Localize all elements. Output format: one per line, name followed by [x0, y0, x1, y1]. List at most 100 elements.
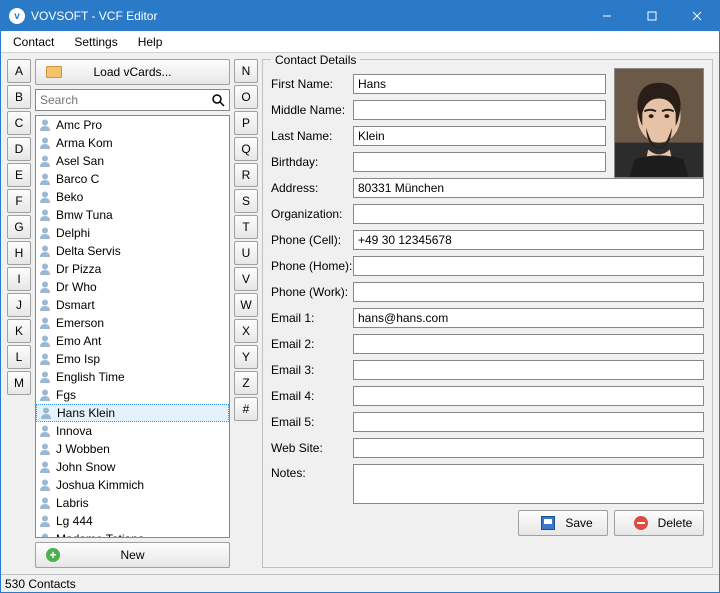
- field-address[interactable]: 80331 München: [353, 178, 704, 198]
- new-contact-button[interactable]: + New: [35, 542, 230, 568]
- alpha-btn-Y[interactable]: Y: [234, 345, 258, 369]
- save-button[interactable]: Save: [518, 510, 608, 536]
- field-email5[interactable]: [353, 412, 704, 432]
- field-phone_home[interactable]: [353, 256, 704, 276]
- alpha-btn-O[interactable]: O: [234, 85, 258, 109]
- person-icon: [38, 154, 52, 168]
- label-email2: Email 2:: [271, 337, 353, 351]
- alpha-btn-M[interactable]: M: [7, 371, 31, 395]
- field-email4[interactable]: [353, 386, 704, 406]
- list-item[interactable]: Madame Tatiana: [36, 530, 229, 538]
- contact-name: Madame Tatiana: [56, 532, 145, 538]
- alpha-btn-V[interactable]: V: [234, 267, 258, 291]
- list-item[interactable]: John Snow: [36, 458, 229, 476]
- list-item[interactable]: Emerson: [36, 314, 229, 332]
- delete-button[interactable]: Delete: [614, 510, 704, 536]
- alpha-btn-A[interactable]: A: [7, 59, 31, 83]
- contact-name: English Time: [56, 370, 125, 384]
- minimize-button[interactable]: [584, 1, 629, 31]
- alpha-btn-X[interactable]: X: [234, 319, 258, 343]
- list-item[interactable]: Asel San: [36, 152, 229, 170]
- field-email2[interactable]: [353, 334, 704, 354]
- list-item[interactable]: Barco C: [36, 170, 229, 188]
- menu-help[interactable]: Help: [130, 33, 171, 51]
- list-item[interactable]: Amc Pro: [36, 116, 229, 134]
- field-last_name[interactable]: Klein: [353, 126, 606, 146]
- person-icon: [38, 316, 52, 330]
- alpha-btn-U[interactable]: U: [234, 241, 258, 265]
- person-icon: [38, 496, 52, 510]
- alpha-btn-J[interactable]: J: [7, 293, 31, 317]
- alpha-btn-B[interactable]: B: [7, 85, 31, 109]
- alpha-btn-K[interactable]: K: [7, 319, 31, 343]
- menu-settings[interactable]: Settings: [66, 33, 125, 51]
- list-item[interactable]: Dr Pizza: [36, 260, 229, 278]
- list-item[interactable]: Labris: [36, 494, 229, 512]
- alpha-btn-R[interactable]: R: [234, 163, 258, 187]
- contact-photo[interactable]: [614, 68, 704, 178]
- field-notes[interactable]: [353, 464, 704, 504]
- alpha-btn-#[interactable]: #: [234, 397, 258, 421]
- alpha-btn-I[interactable]: I: [7, 267, 31, 291]
- list-item[interactable]: Emo Isp: [36, 350, 229, 368]
- field-website[interactable]: [353, 438, 704, 458]
- search-icon[interactable]: [207, 90, 229, 110]
- maximize-button[interactable]: [629, 1, 674, 31]
- search-box[interactable]: [35, 89, 230, 111]
- alpha-btn-P[interactable]: P: [234, 111, 258, 135]
- list-item[interactable]: J Wobben: [36, 440, 229, 458]
- list-item[interactable]: Arma Kom: [36, 134, 229, 152]
- alpha-btn-Z[interactable]: Z: [234, 371, 258, 395]
- list-item[interactable]: Delta Servis: [36, 242, 229, 260]
- field-middle_name[interactable]: [353, 100, 606, 120]
- contact-name: Delphi: [56, 226, 90, 240]
- contact-list[interactable]: Amc Pro Arma Kom Asel SanBarco CBekoBmw Tu…: [35, 115, 230, 538]
- alpha-btn-N[interactable]: N: [234, 59, 258, 83]
- person-icon: [38, 334, 52, 348]
- field-phone_cell[interactable]: +49 30 12345678: [353, 230, 704, 250]
- contact-name: Fgs: [56, 388, 76, 402]
- label-email4: Email 4:: [271, 389, 353, 403]
- list-item[interactable]: Beko: [36, 188, 229, 206]
- field-email1[interactable]: hans@hans.com: [353, 308, 704, 328]
- alpha-btn-L[interactable]: L: [7, 345, 31, 369]
- list-item[interactable]: Dsmart: [36, 296, 229, 314]
- alpha-btn-S[interactable]: S: [234, 189, 258, 213]
- list-item[interactable]: Delphi: [36, 224, 229, 242]
- contact-name: Arma Kom: [56, 136, 113, 150]
- list-item[interactable]: Hans Klein: [36, 404, 229, 422]
- field-organization[interactable]: [353, 204, 704, 224]
- search-input[interactable]: [36, 90, 207, 110]
- field-first_name[interactable]: Hans: [353, 74, 606, 94]
- alpha-btn-D[interactable]: D: [7, 137, 31, 161]
- alpha-btn-T[interactable]: T: [234, 215, 258, 239]
- list-item[interactable]: Joshua Kimmich: [36, 476, 229, 494]
- list-item[interactable]: English Time: [36, 368, 229, 386]
- field-email3[interactable]: [353, 360, 704, 380]
- load-vcards-button[interactable]: Load vCards...: [35, 59, 230, 85]
- alpha-btn-W[interactable]: W: [234, 293, 258, 317]
- field-birthday[interactable]: [353, 152, 606, 172]
- list-item[interactable]: Innova: [36, 422, 229, 440]
- contact-name: Joshua Kimmich: [56, 478, 144, 492]
- list-item[interactable]: Fgs: [36, 386, 229, 404]
- alpha-btn-E[interactable]: E: [7, 163, 31, 187]
- person-icon: [38, 226, 52, 240]
- alpha-btn-G[interactable]: G: [7, 215, 31, 239]
- contact-name: Dr Who: [56, 280, 97, 294]
- close-button[interactable]: [674, 1, 719, 31]
- alpha-btn-H[interactable]: H: [7, 241, 31, 265]
- list-item[interactable]: Dr Who: [36, 278, 229, 296]
- menu-bar: Contact Settings Help: [1, 31, 719, 53]
- person-icon: [38, 532, 52, 538]
- alpha-btn-C[interactable]: C: [7, 111, 31, 135]
- list-item[interactable]: Emo Ant: [36, 332, 229, 350]
- alpha-btn-Q[interactable]: Q: [234, 137, 258, 161]
- label-email3: Email 3:: [271, 363, 353, 377]
- field-phone_work[interactable]: [353, 282, 704, 302]
- list-item[interactable]: Lg 444: [36, 512, 229, 530]
- list-item[interactable]: Bmw Tuna: [36, 206, 229, 224]
- alpha-btn-F[interactable]: F: [7, 189, 31, 213]
- menu-contact[interactable]: Contact: [5, 33, 62, 51]
- person-icon: [38, 280, 52, 294]
